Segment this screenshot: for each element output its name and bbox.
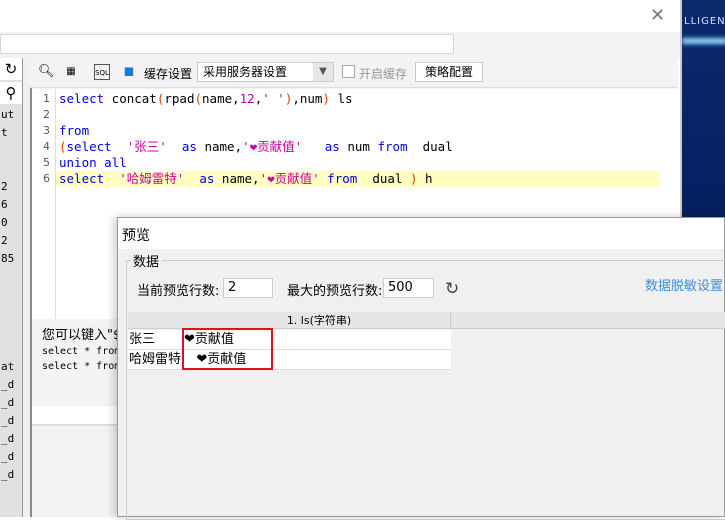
list-fragment: _d <box>1 378 15 391</box>
current-rows-label: 当前预览行数: <box>137 284 220 299</box>
refresh-icon[interactable]: ↻ <box>445 279 459 299</box>
table-row[interactable]: 张三 ❤贡献值 <box>128 330 451 350</box>
sql-format-icon[interactable]: SQL <box>94 64 110 80</box>
code-line: select concat(rpad(name,12,' '),num) ls <box>59 91 353 106</box>
enable-cache-checkbox[interactable] <box>342 65 355 78</box>
list-fragment: 0 <box>1 216 8 229</box>
line-number: 4 <box>43 140 50 153</box>
list-fragment: _d <box>1 432 15 445</box>
sql-icon[interactable]: ▦ <box>63 64 79 80</box>
data-mask-settings-link[interactable]: 数据脱敏设置 <box>645 275 723 294</box>
hint-example: select * from <box>42 361 121 372</box>
list-fragment: 85 <box>1 252 15 265</box>
list-fragment: t <box>1 126 8 139</box>
list-fragment: 2 <box>1 180 8 193</box>
cache-select[interactable]: 采用服务器设置 ▼ <box>197 62 334 82</box>
window-titlebar <box>0 0 680 32</box>
line-number: 1 <box>43 92 50 105</box>
code-line: from <box>59 123 90 138</box>
chevron-down-icon: ▼ <box>313 63 333 81</box>
column-header[interactable]: 1. ls(字符串) <box>128 312 451 329</box>
cache-select-value: 采用服务器设置 <box>203 65 288 79</box>
code-line: union all <box>59 155 127 170</box>
line-number: 3 <box>43 124 50 137</box>
preview-icon[interactable]: 🔍︎ <box>38 64 55 80</box>
data-group <box>126 260 725 520</box>
table-header: 1. ls(字符串) <box>128 312 725 329</box>
policy-button[interactable]: 策略配置 <box>415 62 483 82</box>
list-fragment: _d <box>1 468 15 481</box>
hint-example: select * from <box>42 346 121 357</box>
list-fragment: at <box>1 360 15 373</box>
search-input[interactable] <box>0 34 454 54</box>
current-rows-input[interactable]: 2 <box>223 278 273 298</box>
save-icon[interactable]: ◼ <box>121 64 137 80</box>
dialog-title: 预览 <box>118 218 724 249</box>
brand-fragment: LLIGEN <box>684 16 725 27</box>
annotation-highlight-box <box>182 328 273 370</box>
list-fragment: 6 <box>1 198 8 211</box>
max-rows-label: 最大的预览行数: <box>287 284 383 299</box>
enable-cache-label: 开启缓存 <box>359 67 408 81</box>
list-fragment: ut <box>1 108 15 121</box>
list-fragment: _d <box>1 396 15 409</box>
line-number: 5 <box>43 156 50 169</box>
splitter[interactable] <box>22 58 30 517</box>
refresh-icon[interactable]: ↻ <box>0 58 22 80</box>
cache-label: 缓存设置 <box>144 67 193 81</box>
left-panel: ↻ ⚲ ut t 2 6 0 2 85 at _d _d _d _d _d _d <box>0 58 22 517</box>
table-row[interactable]: 哈姆雷特 ❤贡献值 <box>128 350 451 370</box>
line-number: 6 <box>43 172 50 185</box>
code-line: (select '张三' as name,'❤贡献值' as num from … <box>59 139 453 154</box>
list-fragment: _d <box>1 450 15 463</box>
group-label: 数据 <box>130 251 163 270</box>
hint-text: 您可以键入"$ <box>42 328 122 343</box>
max-rows-input[interactable]: 500 <box>383 278 434 298</box>
list-fragment: _d <box>1 414 15 427</box>
row-label: 张三 <box>129 332 156 347</box>
code-line: select '哈姆雷特' as name,'❤贡献值' from dual )… <box>59 171 433 186</box>
line-number: 2 <box>43 108 50 121</box>
search-icon[interactable]: ⚲ <box>0 82 22 104</box>
list-fragment: 2 <box>1 234 8 247</box>
close-icon[interactable]: ✕ <box>650 5 665 26</box>
row-label: 哈姆雷特 <box>129 352 182 367</box>
